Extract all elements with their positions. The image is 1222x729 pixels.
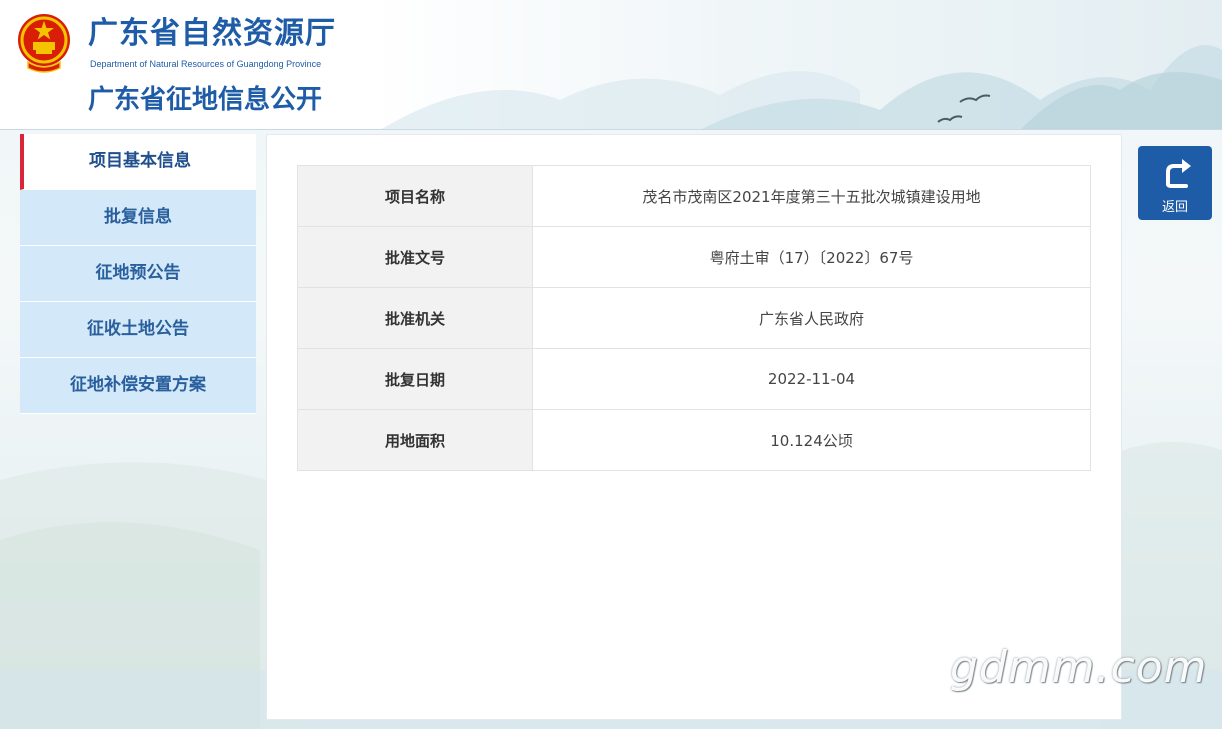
- watermark: gdmm.com: [950, 642, 1208, 693]
- row-value: 茂名市茂南区2021年度第三十五批次城镇建设用地: [532, 165, 1091, 227]
- site-title: 广东省征地信息公开: [88, 85, 323, 115]
- table-row: 用地面积 10.124公顷: [297, 409, 1091, 471]
- project-info-table: 项目名称 茂名市茂南区2021年度第三十五批次城镇建设用地 批准文号 粤府土审（…: [297, 165, 1091, 471]
- row-value: 粤府土审（17）〔2022〕67号: [532, 226, 1091, 288]
- header: 广东省自然资源厅 Department of Natural Resources…: [0, 0, 1222, 130]
- sidebar-item-land-expropriation-notice[interactable]: 征收土地公告: [20, 302, 256, 358]
- content-panel: 项目名称 茂名市茂南区2021年度第三十五批次城镇建设用地 批准文号 粤府土审（…: [266, 134, 1122, 720]
- header-divider: [0, 129, 1222, 130]
- row-label: 用地面积: [297, 409, 533, 471]
- sidebar-item-compensation-plan[interactable]: 征地补偿安置方案: [20, 358, 256, 414]
- table-row: 批准机关 广东省人民政府: [297, 287, 1091, 349]
- sidebar-item-pre-announcement[interactable]: 征地预公告: [20, 246, 256, 302]
- back-button-label: 返回: [1161, 200, 1188, 215]
- row-value: 2022-11-04: [532, 348, 1091, 410]
- sidebar-item-project-info[interactable]: 项目基本信息: [20, 134, 256, 190]
- sidebar-item-approval-info[interactable]: 批复信息: [20, 190, 256, 246]
- table-row: 批复日期 2022-11-04: [297, 348, 1091, 410]
- national-emblem-icon: [18, 14, 70, 73]
- department-name-english: Department of Natural Resources of Guang…: [90, 59, 322, 69]
- row-label: 项目名称: [297, 165, 533, 227]
- sidebar-nav: 项目基本信息 批复信息 征地预公告 征收土地公告 征地补偿安置方案: [20, 134, 256, 414]
- row-label: 批准机关: [297, 287, 533, 349]
- table-row: 批准文号 粤府土审（17）〔2022〕67号: [297, 226, 1091, 288]
- row-value: 10.124公顷: [532, 409, 1091, 471]
- back-button[interactable]: 返回: [1138, 146, 1212, 220]
- table-row: 项目名称 茂名市茂南区2021年度第三十五批次城镇建设用地: [297, 165, 1091, 227]
- row-value: 广东省人民政府: [532, 287, 1091, 349]
- row-label: 批复日期: [297, 348, 533, 410]
- return-arrow-icon: [1166, 159, 1191, 188]
- department-name: 广东省自然资源厅: [88, 16, 336, 51]
- row-label: 批准文号: [297, 226, 533, 288]
